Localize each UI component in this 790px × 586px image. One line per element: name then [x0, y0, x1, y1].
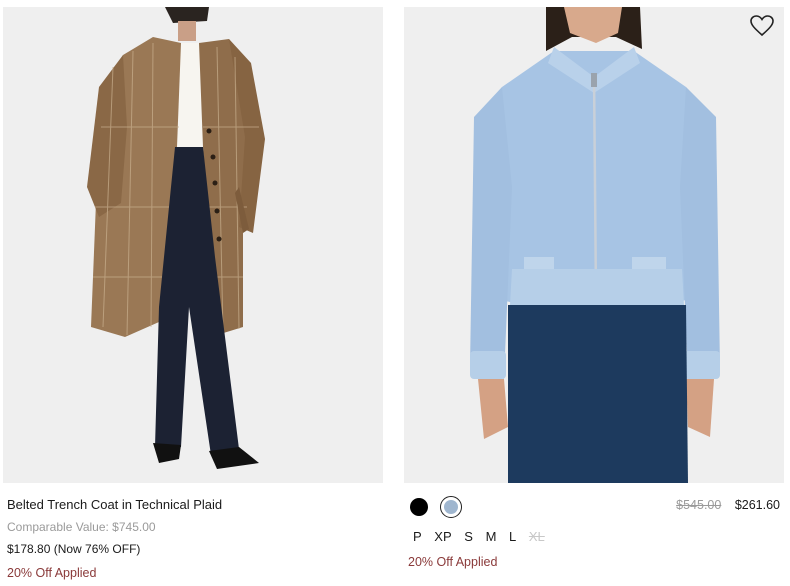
product-card-bomber-jacket[interactable]: $545.00 $261.60 P XP S M L XL 20% Off Ap… [404, 7, 784, 571]
product-title[interactable]: Belted Trench Coat in Technical Plaid [3, 496, 383, 514]
comparable-value: Comparable Value: $745.00 [7, 520, 156, 534]
color-swatch-light-blue-selected[interactable] [440, 496, 462, 518]
size-options: P XP S M L XL [404, 528, 784, 546]
product-card-trench-coat[interactable]: Belted Trench Coat in Technical Plaid Co… [3, 7, 383, 582]
promo-label: 20% Off Applied [7, 566, 97, 580]
product-image-bomber-jacket[interactable] [404, 7, 784, 483]
price-block: $545.00 $261.60 [676, 498, 780, 512]
size-option-l[interactable]: L [509, 529, 516, 544]
trench-coat-photo [3, 7, 383, 483]
size-option-xp[interactable]: XP [434, 529, 451, 544]
original-price: $545.00 [676, 498, 722, 512]
color-swatch-black[interactable] [410, 498, 428, 516]
bomber-jacket-photo [404, 7, 784, 483]
size-option-s[interactable]: S [464, 529, 473, 544]
promo-label: 20% Off Applied [408, 555, 498, 569]
sale-price: $178.80 (Now 76% OFF) [7, 542, 141, 556]
color-swatch-row: $545.00 $261.60 [404, 495, 784, 519]
wishlist-heart-icon[interactable] [750, 15, 774, 37]
sale-price: $261.60 [734, 498, 780, 512]
size-option-m[interactable]: M [486, 529, 497, 544]
size-option-p[interactable]: P [413, 529, 422, 544]
product-image-trench-coat[interactable] [3, 7, 383, 483]
size-option-xl-unavailable: XL [528, 529, 545, 544]
